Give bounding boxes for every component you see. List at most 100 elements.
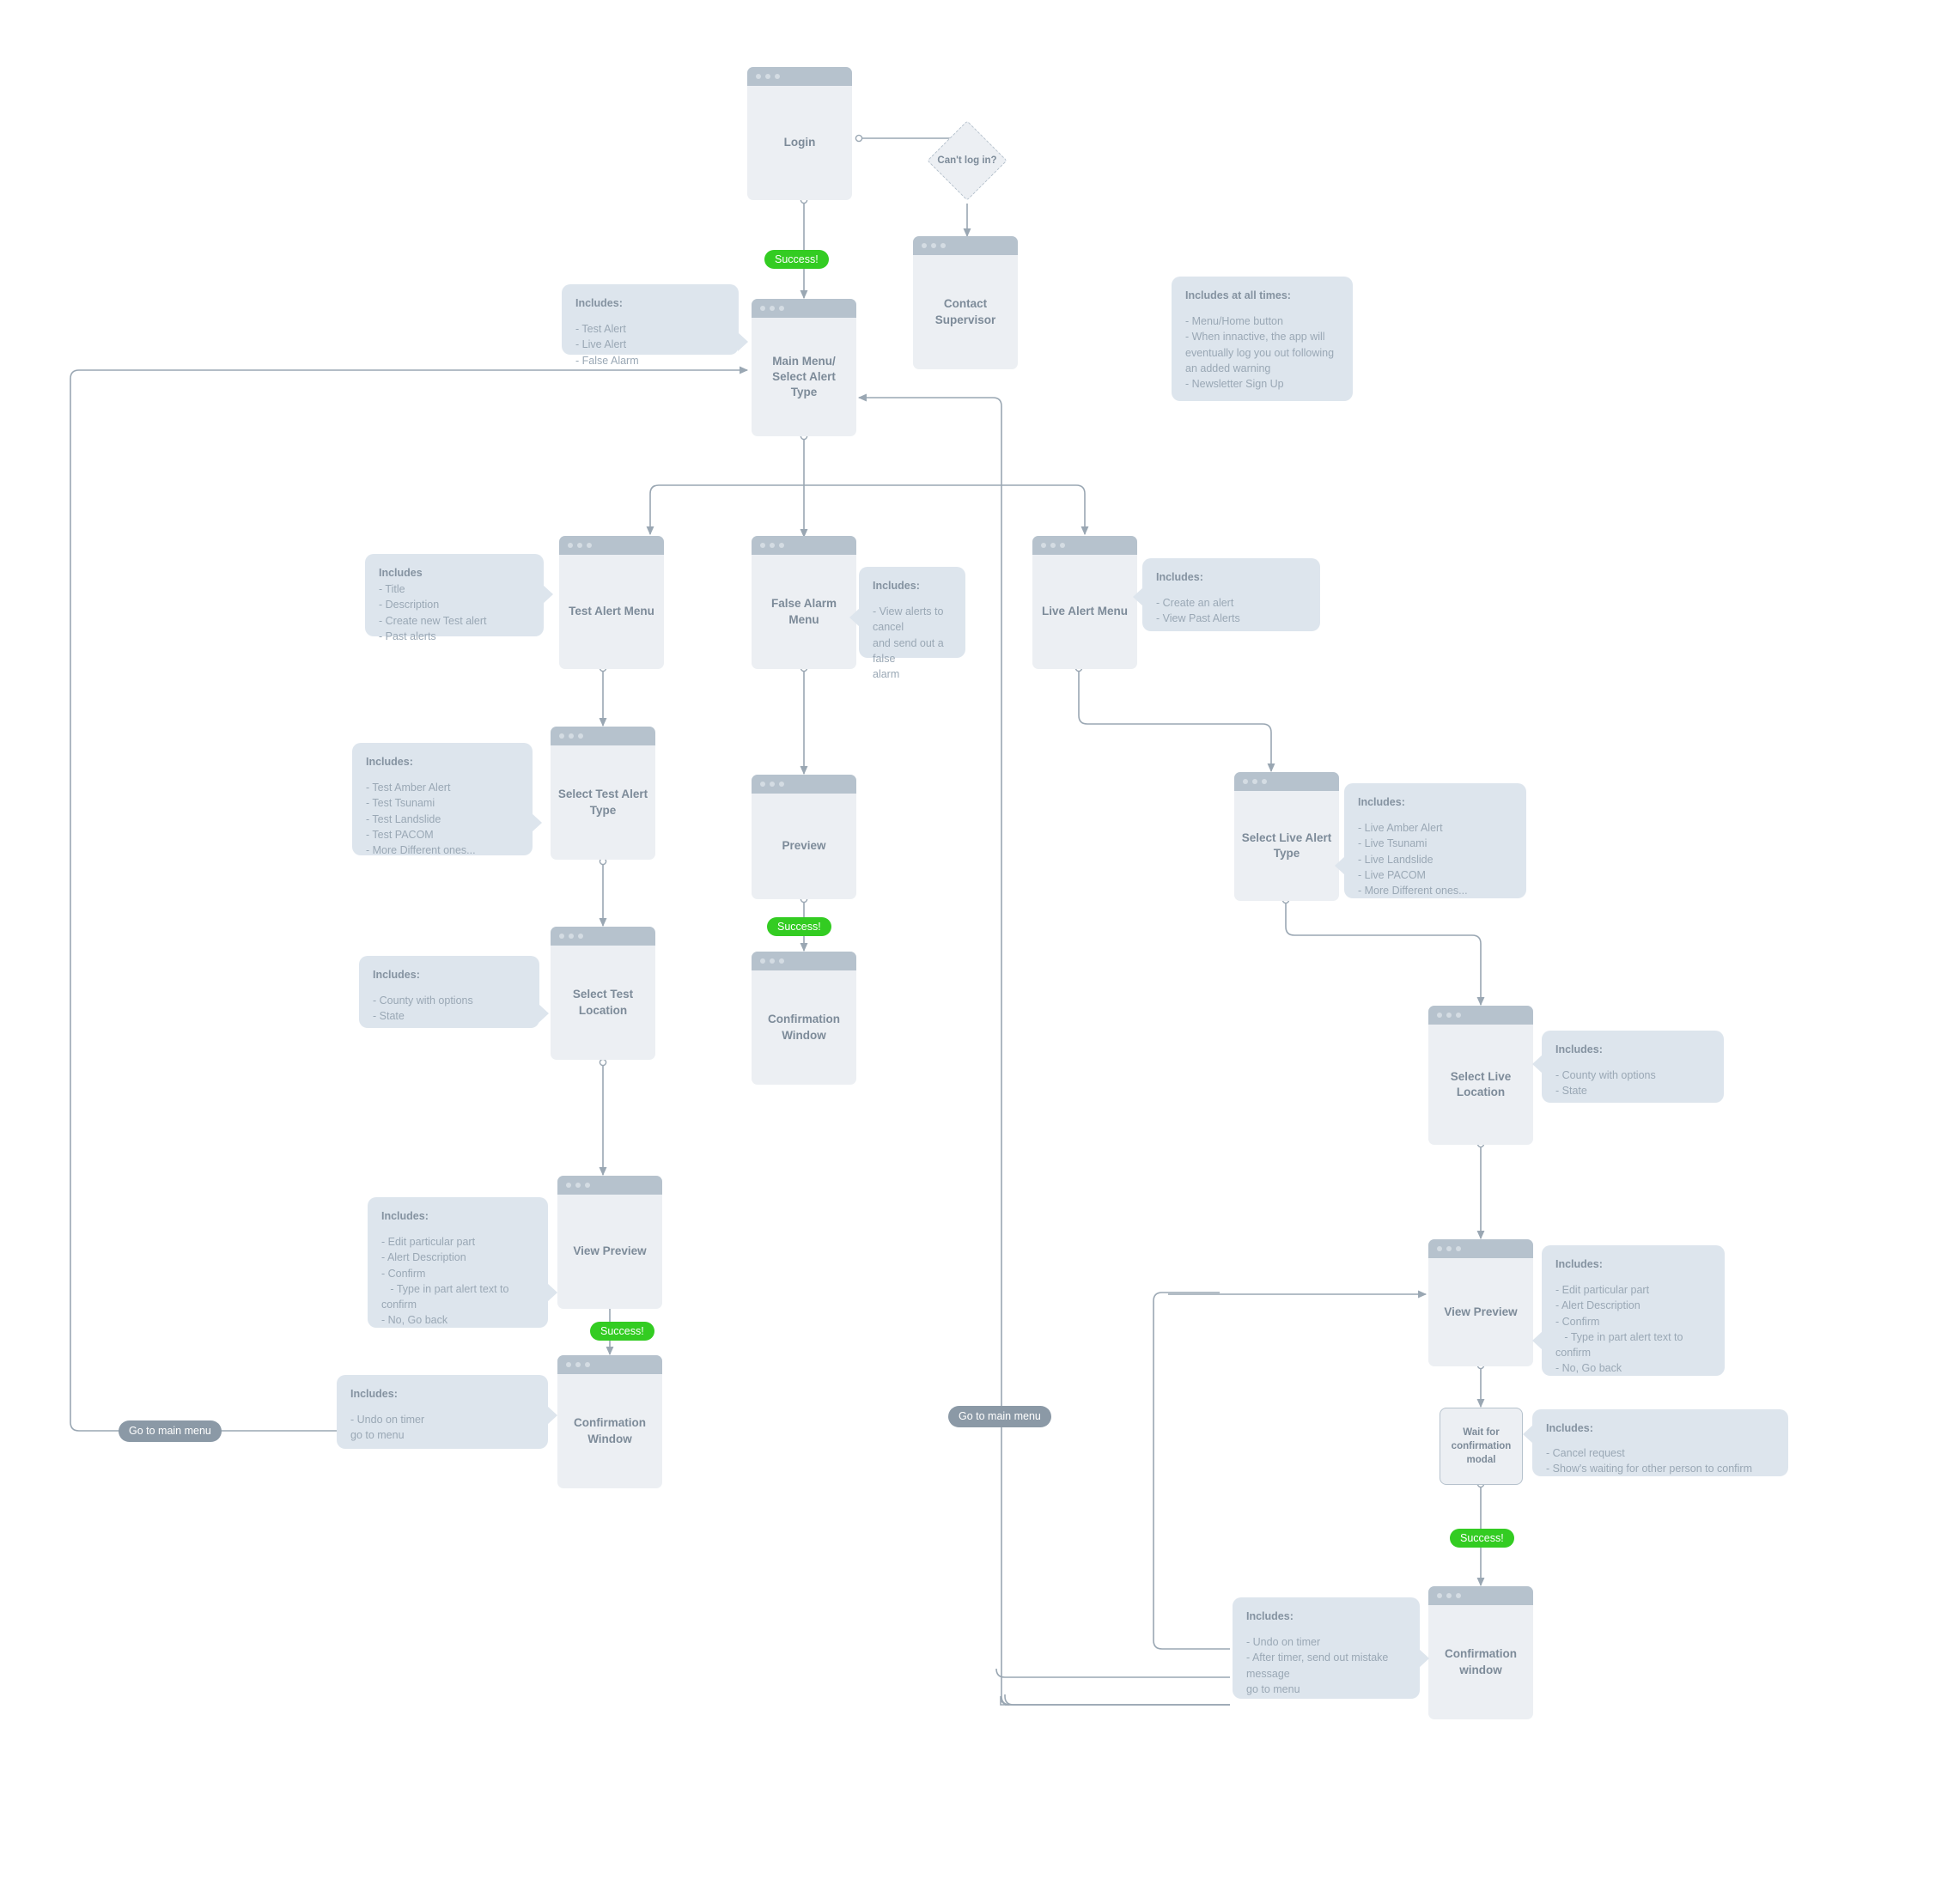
note-line: - Show's waiting for other person to con… — [1546, 1463, 1752, 1475]
window-dot-icon — [559, 733, 564, 739]
note-line: - Live Amber Alert — [1358, 822, 1443, 835]
node-live-confirmation-window[interactable]: Confirmation window — [1428, 1586, 1533, 1719]
window-titlebar — [752, 775, 856, 794]
window-titlebar — [557, 1355, 662, 1374]
window-dot-icon — [1041, 543, 1046, 548]
note-line: - False Alarm — [575, 354, 639, 367]
window-dot-icon — [760, 543, 765, 548]
note-line: - View Past Alerts — [1156, 612, 1240, 625]
node-label: Select Live Location — [1450, 1069, 1512, 1098]
window-dot-icon — [760, 782, 765, 787]
note-line: confirm — [1555, 1346, 1591, 1359]
note-line: go to menu — [350, 1429, 405, 1442]
node-label: False Alarm Menu — [770, 597, 837, 626]
window-titlebar — [559, 536, 664, 555]
window-dot-icon — [760, 306, 765, 311]
window-titlebar — [551, 727, 655, 745]
node-false-preview[interactable]: Preview — [752, 775, 856, 899]
window-dot-icon — [1456, 1593, 1461, 1598]
pill-success-test: Success! — [590, 1322, 654, 1341]
note-title: Includes — [379, 567, 423, 579]
window-dot-icon — [1446, 1593, 1452, 1598]
pill-go-to-main-menu-left[interactable]: Go to main menu — [119, 1420, 222, 1442]
note-title: Includes: — [1156, 571, 1203, 583]
node-test-view-preview[interactable]: View Preview — [557, 1176, 662, 1309]
node-select-test-alert-type[interactable]: Select Test Alert Type — [551, 727, 655, 860]
note-line: - County with options — [373, 995, 473, 1007]
note-title: Includes: — [1555, 1258, 1603, 1270]
callout-tail-icon — [738, 332, 748, 351]
node-cant-log-in[interactable]: Can't log in? — [916, 120, 1019, 201]
node-label: View Preview — [573, 1244, 647, 1258]
note-line: - Test Amber Alert — [366, 782, 451, 794]
window-titlebar — [1032, 536, 1137, 555]
note-main-menu: Includes: - Test Alert - Live Alert - Fa… — [562, 284, 748, 367]
node-body: Confirmation Window — [557, 1374, 662, 1488]
note-line: - Edit particular part — [1555, 1284, 1650, 1297]
window-titlebar — [752, 536, 856, 555]
window-dot-icon — [569, 934, 574, 939]
node-login[interactable]: Login — [747, 67, 852, 200]
callout-tail-icon — [1335, 856, 1345, 875]
node-body: Confirmation Window — [752, 970, 856, 1085]
node-label: Wait for confirmation modal — [1451, 1426, 1512, 1466]
note-line: - State — [373, 1010, 405, 1023]
note-select-live-alert-type: Includes: - Live Amber Alert - Live Tsun… — [1335, 783, 1526, 898]
note-line: - No, Go back — [381, 1313, 448, 1326]
node-select-live-alert-type[interactable]: Select Live Alert Type — [1234, 772, 1339, 901]
note-title: Includes: — [373, 969, 420, 981]
window-dot-icon — [578, 733, 583, 739]
note-title: Includes: — [350, 1388, 398, 1400]
note-line: - After timer, send out mistake — [1246, 1652, 1389, 1664]
note-select-test-location: Includes: - County with options - State — [359, 956, 549, 1028]
note-line: - County with options — [1555, 1069, 1656, 1082]
window-titlebar — [1234, 772, 1339, 791]
node-select-live-location[interactable]: Select Live Location — [1428, 1006, 1533, 1145]
window-dot-icon — [770, 782, 775, 787]
node-false-alarm-menu[interactable]: False Alarm Menu — [752, 536, 856, 669]
window-titlebar — [752, 299, 856, 318]
node-label: Login — [783, 136, 816, 149]
note-line: - Menu/Home button — [1185, 315, 1283, 328]
node-label: Select Test Location — [572, 988, 634, 1017]
node-test-confirmation-window[interactable]: Confirmation Window — [557, 1355, 662, 1488]
node-main-menu[interactable]: Main Menu/ Select Alert Type — [752, 299, 856, 436]
window-dot-icon — [587, 543, 592, 548]
window-dot-icon — [575, 1183, 581, 1188]
note-line: - Test Landslide — [366, 812, 441, 825]
node-body: Select Live Location — [1428, 1025, 1533, 1145]
note-line: - Type in part alert text to — [1555, 1330, 1683, 1343]
window-dot-icon — [779, 543, 784, 548]
node-contact-supervisor[interactable]: Contact Supervisor — [913, 236, 1018, 369]
window-dot-icon — [770, 958, 775, 964]
node-test-alert-menu[interactable]: Test Alert Menu — [559, 536, 664, 669]
node-false-confirmation-window[interactable]: Confirmation Window — [752, 952, 856, 1085]
window-dot-icon — [566, 1362, 571, 1367]
node-wait-for-confirmation-modal[interactable]: Wait for confirmation modal — [1440, 1408, 1523, 1485]
flowchart-canvas: Login Can't log in? Contact Supervisor M… — [0, 0, 1954, 1904]
window-dot-icon — [559, 934, 564, 939]
note-line: - Create new Test alert — [379, 614, 487, 627]
window-titlebar — [1428, 1586, 1533, 1605]
node-live-view-preview[interactable]: View Preview — [1428, 1239, 1533, 1366]
node-label: Main Menu/ Select Alert Type — [772, 354, 836, 399]
window-dot-icon — [765, 74, 770, 79]
window-dot-icon — [1437, 1246, 1442, 1251]
note-title: Includes: — [575, 297, 623, 309]
node-body: False Alarm Menu — [752, 555, 856, 669]
note-title: Includes: — [1555, 1043, 1603, 1055]
note-select-test-alert-type: Includes: - Test Amber Alert - Test Tsun… — [352, 743, 542, 856]
note-test-alert-menu: Includes - Title - Description - Create … — [365, 554, 553, 642]
window-dot-icon — [770, 306, 775, 311]
note-line: - Type in part alert text to — [381, 1282, 509, 1295]
note-line: - When innactive, the app will — [1185, 331, 1325, 344]
window-titlebar — [1428, 1239, 1533, 1258]
window-dot-icon — [569, 733, 574, 739]
callout-tail-icon — [1532, 1331, 1543, 1350]
node-live-alert-menu[interactable]: Live Alert Menu — [1032, 536, 1137, 669]
window-dot-icon — [775, 74, 780, 79]
callout-tail-icon — [543, 585, 553, 604]
pill-go-to-main-menu-right[interactable]: Go to main menu — [948, 1406, 1051, 1427]
note-line: - Test Alert — [575, 323, 626, 336]
node-select-test-location[interactable]: Select Test Location — [551, 927, 655, 1060]
